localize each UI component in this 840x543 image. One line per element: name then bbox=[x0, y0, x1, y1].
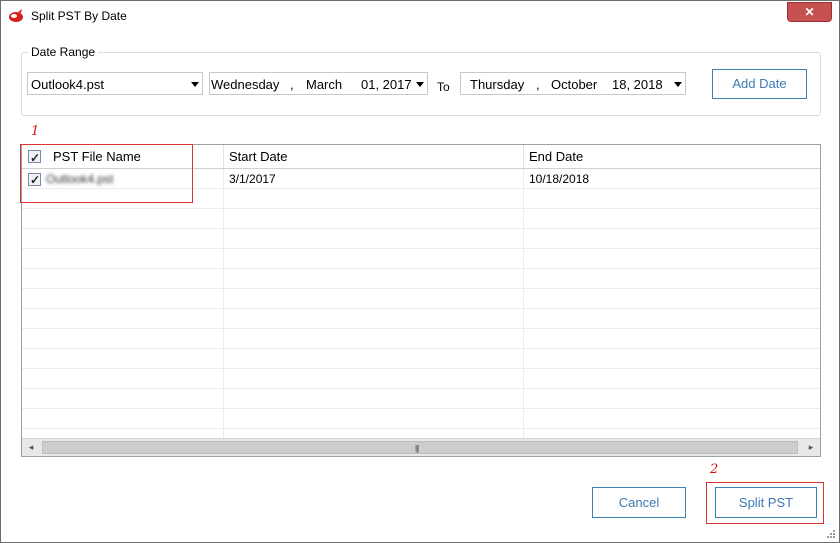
empty-cell bbox=[22, 209, 224, 229]
empty-row bbox=[22, 409, 820, 429]
close-button[interactable]: ✕ bbox=[787, 2, 832, 22]
title-bar: Split PST By Date ✕ bbox=[1, 1, 839, 31]
end-date-value: 10/18/2018 bbox=[529, 172, 590, 186]
empty-row bbox=[22, 229, 820, 249]
end-date-cell: 10/18/2018 bbox=[524, 169, 820, 189]
column-header-end[interactable]: End Date bbox=[524, 145, 820, 168]
add-date-button[interactable]: Add Date bbox=[712, 69, 807, 99]
empty-cell bbox=[524, 209, 820, 229]
column-header-start[interactable]: Start Date bbox=[224, 145, 524, 168]
empty-cell bbox=[524, 229, 820, 249]
empty-cell bbox=[224, 249, 524, 269]
empty-cell bbox=[524, 269, 820, 289]
empty-cell bbox=[224, 289, 524, 309]
start-date-cell: 3/1/2017 bbox=[224, 169, 524, 189]
to-date-picker[interactable]: Thursday , October 18, 2018 bbox=[460, 72, 686, 95]
to-label: To bbox=[437, 80, 450, 94]
empty-row bbox=[22, 369, 820, 389]
empty-cell bbox=[524, 389, 820, 409]
scroll-thumb[interactable]: ||| bbox=[42, 441, 798, 454]
empty-cell bbox=[22, 389, 224, 409]
annotation-number-2: 2 bbox=[710, 462, 719, 477]
empty-cell bbox=[524, 329, 820, 349]
cancel-button[interactable]: Cancel bbox=[592, 487, 686, 518]
empty-cell bbox=[22, 229, 224, 249]
column-header-end-label: End Date bbox=[529, 149, 584, 164]
column-header-start-label: Start Date bbox=[229, 149, 288, 164]
split-pst-button[interactable]: Split PST bbox=[715, 487, 817, 518]
empty-cell bbox=[524, 349, 820, 369]
empty-cell bbox=[224, 189, 524, 209]
empty-cell bbox=[22, 409, 224, 429]
empty-row bbox=[22, 349, 820, 369]
empty-cell bbox=[224, 229, 524, 249]
to-date: 18, 2018 bbox=[612, 77, 663, 92]
empty-cell bbox=[224, 309, 524, 329]
app-logo-icon bbox=[9, 9, 23, 22]
empty-cell bbox=[224, 209, 524, 229]
window-title: Split PST By Date bbox=[31, 9, 127, 23]
grip-icon: ||| bbox=[415, 444, 419, 453]
from-month: March bbox=[306, 77, 343, 92]
empty-cell bbox=[224, 409, 524, 429]
pst-file-select[interactable]: Outlook4.pst bbox=[27, 72, 203, 95]
empty-cell bbox=[224, 269, 524, 289]
empty-row bbox=[22, 309, 820, 329]
empty-row bbox=[22, 289, 820, 309]
empty-cell bbox=[524, 309, 820, 329]
annotation-number-1: 1 bbox=[31, 124, 40, 139]
from-day: Wednesday bbox=[211, 77, 280, 92]
to-month: October bbox=[551, 77, 598, 92]
empty-cell bbox=[524, 369, 820, 389]
empty-cell bbox=[524, 249, 820, 269]
split-pst-dialog: Split PST By Date ✕ Date Range Outlook4.… bbox=[0, 0, 840, 543]
resize-grip-icon[interactable] bbox=[826, 529, 836, 539]
empty-cell bbox=[524, 409, 820, 429]
empty-cell bbox=[524, 289, 820, 309]
date-range-legend: Date Range bbox=[28, 45, 99, 59]
empty-cell bbox=[22, 309, 224, 329]
from-day-comma: , bbox=[290, 77, 294, 92]
empty-cell bbox=[22, 289, 224, 309]
empty-row bbox=[22, 389, 820, 409]
empty-row bbox=[22, 249, 820, 269]
from-date: 01, 2017 bbox=[361, 77, 412, 92]
empty-cell bbox=[224, 329, 524, 349]
start-date-value: 3/1/2017 bbox=[229, 172, 276, 186]
empty-cell bbox=[224, 369, 524, 389]
empty-cell bbox=[22, 369, 224, 389]
to-day: Thursday bbox=[470, 77, 525, 92]
empty-cell bbox=[22, 269, 224, 289]
empty-row bbox=[22, 329, 820, 349]
empty-cell bbox=[22, 249, 224, 269]
scroll-left-icon[interactable]: ◂ bbox=[22, 439, 40, 456]
calendar-dropdown-icon bbox=[416, 82, 424, 87]
empty-cell bbox=[224, 349, 524, 369]
to-day-comma: , bbox=[536, 77, 540, 92]
empty-row bbox=[22, 209, 820, 229]
scroll-right-icon[interactable]: ▸ bbox=[802, 439, 820, 456]
horizontal-scrollbar[interactable]: ◂ ||| ▸ bbox=[22, 438, 820, 456]
empty-cell bbox=[22, 349, 224, 369]
calendar-dropdown-icon bbox=[674, 82, 682, 87]
from-date-picker[interactable]: Wednesday , March 01, 2017 bbox=[209, 72, 428, 95]
annotation-box-1 bbox=[20, 144, 193, 203]
pst-file-select-value: Outlook4.pst bbox=[31, 77, 104, 92]
chevron-down-icon bbox=[191, 82, 199, 87]
empty-row bbox=[22, 269, 820, 289]
empty-cell bbox=[524, 189, 820, 209]
empty-cell bbox=[22, 329, 224, 349]
empty-cell bbox=[224, 389, 524, 409]
